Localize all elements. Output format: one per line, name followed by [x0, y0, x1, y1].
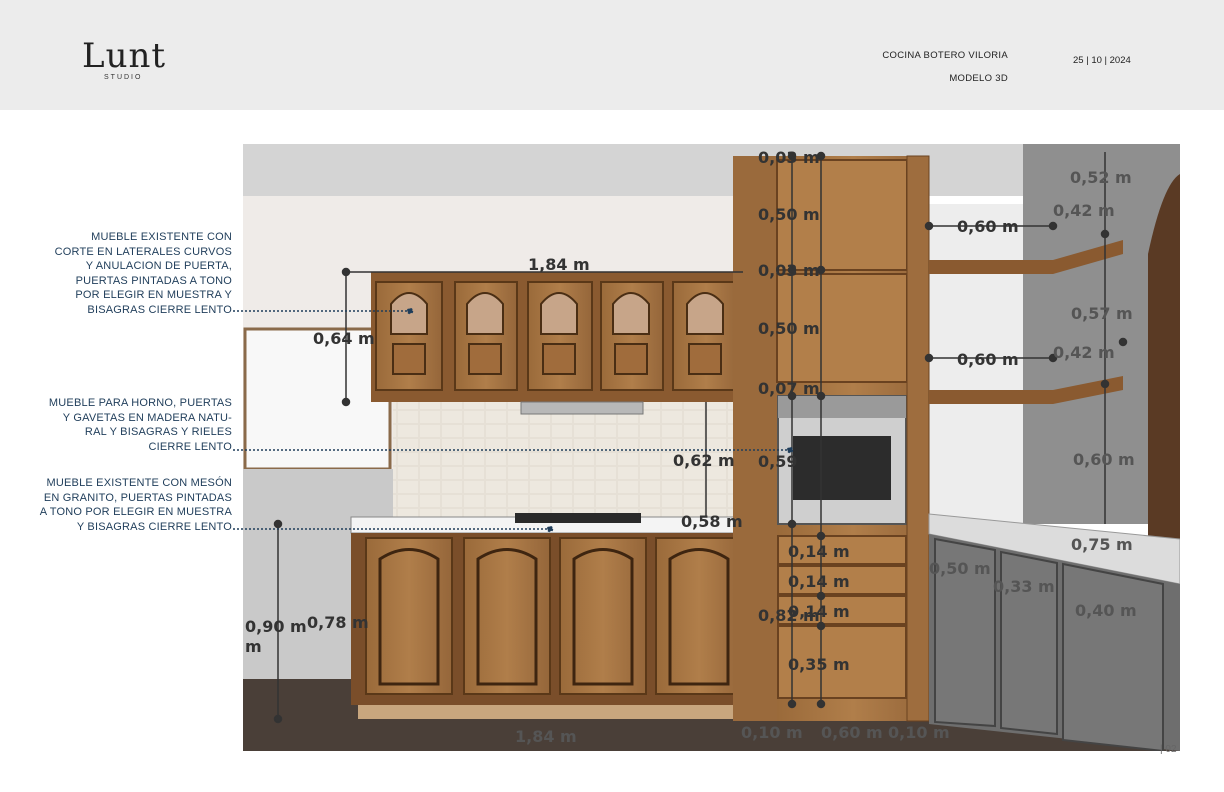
page-number: | 02	[1160, 744, 1177, 755]
annotation-leaders	[233, 307, 794, 533]
